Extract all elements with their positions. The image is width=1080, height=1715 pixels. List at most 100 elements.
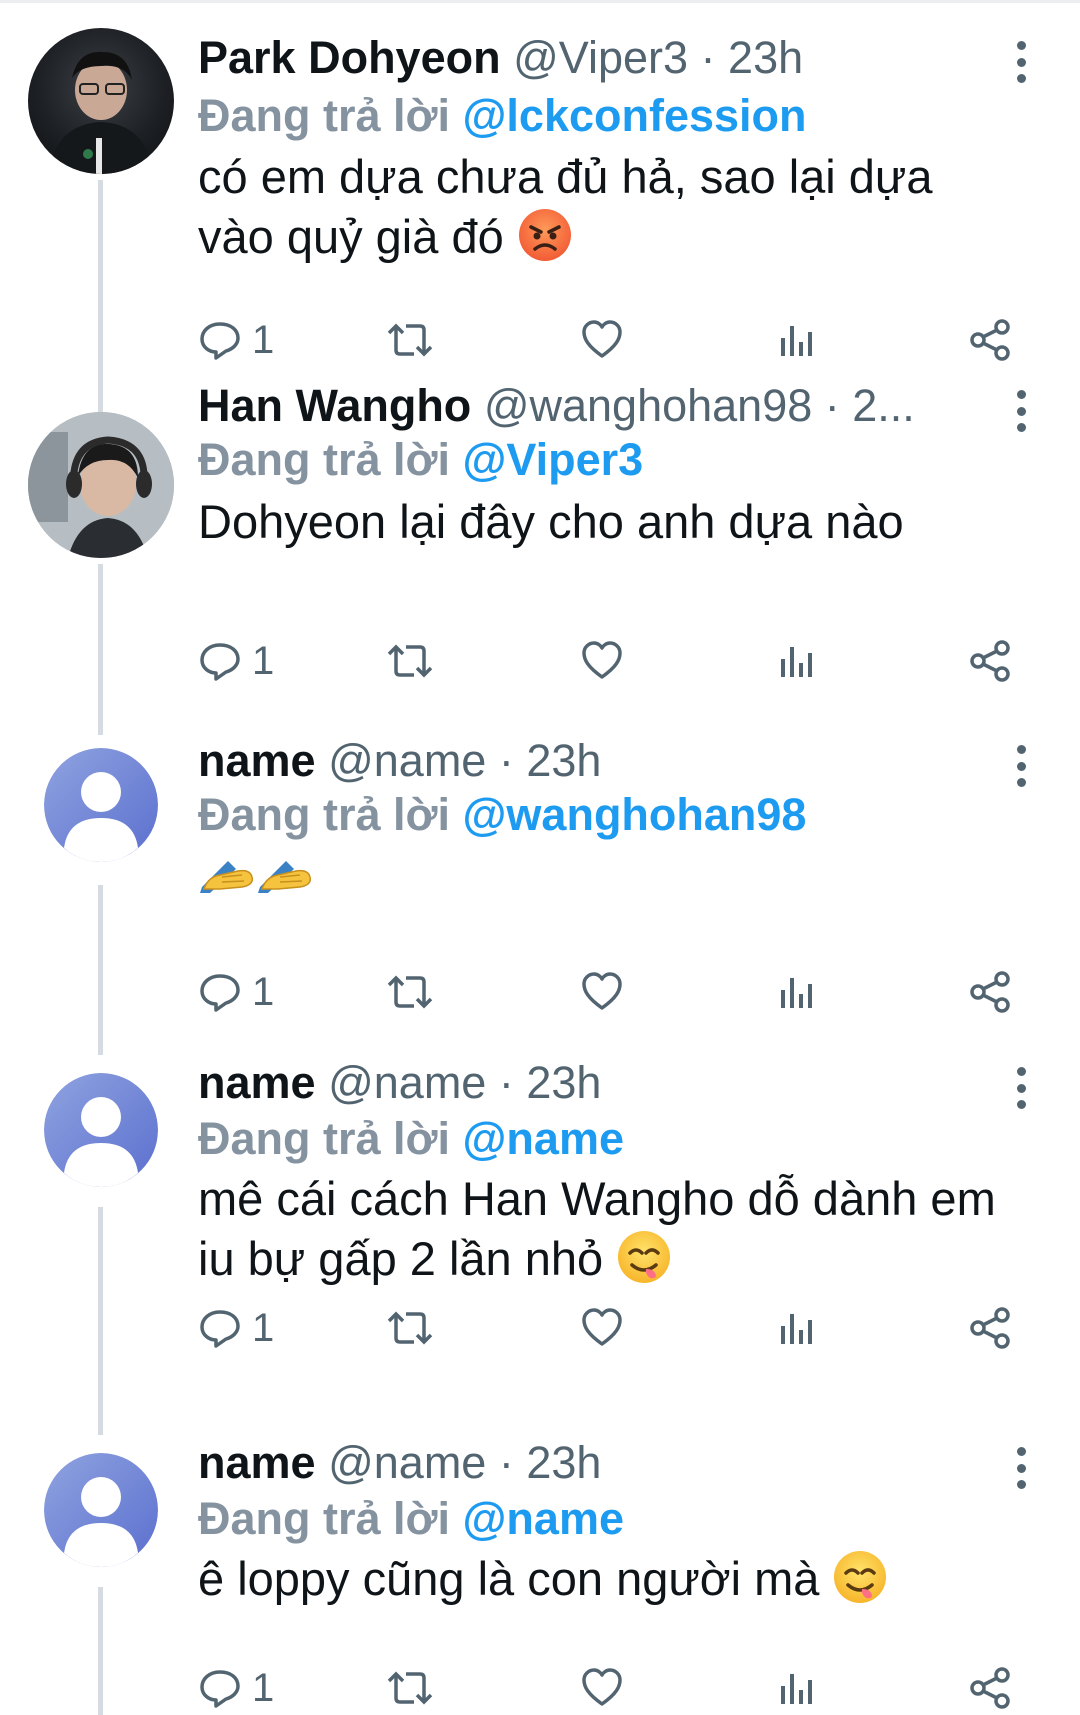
replying-to: Đang trả lời @lckconfession xyxy=(198,88,807,144)
action-bar: 1 xyxy=(198,967,1018,1017)
replying-to: Đang trả lời @name xyxy=(198,1491,624,1547)
like-button[interactable] xyxy=(580,967,624,1017)
retweet-button[interactable] xyxy=(386,967,434,1017)
avatar[interactable] xyxy=(44,1453,158,1567)
reply-prefix: Đang trả lời xyxy=(198,789,451,840)
reply-button[interactable]: 1 xyxy=(198,1663,274,1713)
tweet-text-content: Dohyeon lại đây cho anh dựa nào xyxy=(198,495,904,548)
analytics-button[interactable] xyxy=(776,1303,816,1353)
writing-hand-emoji-icon xyxy=(200,861,254,893)
more-icon[interactable] xyxy=(1003,1443,1039,1493)
tweet-text xyxy=(198,847,1018,909)
tweet-header: name @name · 23h xyxy=(198,1435,960,1491)
tweet-text: có em dựa chưa đủ hả, sao lại dựa vào qu… xyxy=(198,147,1018,267)
reply-handle-link[interactable]: @wanghohan98 xyxy=(463,789,807,840)
more-icon[interactable] xyxy=(1003,1063,1039,1113)
display-name[interactable]: name xyxy=(198,1057,316,1108)
thread-line xyxy=(98,564,103,735)
avatar[interactable] xyxy=(44,1073,158,1187)
writing-hand-emoji-icon xyxy=(258,861,312,893)
reply-icon xyxy=(200,974,240,1012)
reply-button[interactable]: 1 xyxy=(198,1303,274,1353)
reply-icon xyxy=(200,322,240,360)
yum-face-emoji-icon xyxy=(834,1551,887,1603)
thread-line xyxy=(98,885,103,1055)
share-icon xyxy=(970,1667,1010,1709)
reply-count: 1 xyxy=(252,1665,275,1710)
like-icon xyxy=(582,320,622,358)
analytics-button[interactable] xyxy=(776,315,816,365)
display-name[interactable]: name xyxy=(198,1437,316,1488)
share-button[interactable] xyxy=(968,315,1012,365)
share-button[interactable] xyxy=(968,1303,1012,1353)
analytics-icon xyxy=(781,1674,812,1704)
handle-time[interactable]: @name · 23h xyxy=(328,1437,601,1488)
share-icon xyxy=(970,1307,1010,1349)
reply-button[interactable]: 1 xyxy=(198,315,274,365)
retweet-button[interactable] xyxy=(386,1303,434,1353)
tweet-header: Han Wangho @wanghohan98 · 2... xyxy=(198,378,960,434)
analytics-button[interactable] xyxy=(776,967,816,1017)
analytics-button[interactable] xyxy=(776,1663,816,1713)
tweet-header: name @name · 23h xyxy=(198,733,960,789)
share-icon xyxy=(970,640,1010,682)
reply-button[interactable]: 1 xyxy=(198,967,274,1017)
handle-time[interactable]: @Viper3 · 23h xyxy=(513,32,803,83)
like-button[interactable] xyxy=(580,1303,624,1353)
analytics-icon xyxy=(781,978,812,1008)
like-button[interactable] xyxy=(580,1663,624,1713)
display-name[interactable]: Park Dohyeon xyxy=(198,32,501,83)
action-bar: 1 xyxy=(198,636,1018,686)
avatar[interactable] xyxy=(44,748,158,862)
tweet-item[interactable]: name @name · 23h Đang trả lời @name ê lo… xyxy=(0,1435,1080,1715)
share-button[interactable] xyxy=(968,1663,1012,1713)
tweet-text: Dohyeon lại đây cho anh dựa nào xyxy=(198,492,1018,552)
reply-handle-link[interactable]: @Viper3 xyxy=(463,434,644,485)
tweet-item[interactable]: name @name · 23h Đang trả lời @wanghohan… xyxy=(0,735,1080,1055)
reply-count: 1 xyxy=(252,1305,275,1350)
avatar[interactable] xyxy=(28,412,174,558)
like-button[interactable] xyxy=(580,315,624,365)
reply-handle-link[interactable]: @name xyxy=(463,1113,624,1164)
reply-icon xyxy=(200,1670,240,1708)
thread-line xyxy=(98,180,103,390)
more-icon[interactable] xyxy=(1003,37,1039,87)
more-icon[interactable] xyxy=(1003,386,1039,436)
like-button[interactable] xyxy=(580,636,624,686)
thread-line xyxy=(98,1587,103,1715)
display-name[interactable]: name xyxy=(198,735,316,786)
retweet-icon xyxy=(387,644,433,678)
reply-handle-link[interactable]: @lckconfession xyxy=(463,90,807,141)
retweet-button[interactable] xyxy=(386,1663,434,1713)
tweet-item[interactable]: Han Wangho @wanghohan98 · 2... Đang trả … xyxy=(0,380,1080,735)
reply-icon xyxy=(200,1310,240,1348)
reply-button[interactable]: 1 xyxy=(198,636,274,686)
like-icon xyxy=(582,972,622,1010)
tweet-header: name @name · 23h xyxy=(198,1055,960,1111)
tweet-text-content: ê loppy cũng là con người mà xyxy=(198,1552,820,1605)
tweet-item[interactable]: Park Dohyeon @Viper3 · 23h Đang trả lời … xyxy=(0,0,1080,390)
share-icon xyxy=(970,971,1010,1013)
reply-icon xyxy=(200,643,240,681)
display-name[interactable]: Han Wangho xyxy=(198,380,471,431)
retweet-button[interactable] xyxy=(386,636,434,686)
analytics-button[interactable] xyxy=(776,636,816,686)
share-button[interactable] xyxy=(968,967,1012,1017)
replying-to: Đang trả lời @Viper3 xyxy=(198,432,643,488)
share-button[interactable] xyxy=(968,636,1012,686)
retweet-button[interactable] xyxy=(386,315,434,365)
handle-time[interactable]: @name · 23h xyxy=(328,735,601,786)
tweet-item[interactable]: name @name · 23h Đang trả lời @name mê c… xyxy=(0,1055,1080,1435)
more-icon[interactable] xyxy=(1003,741,1039,791)
avatar[interactable] xyxy=(28,28,174,174)
like-icon xyxy=(582,1308,622,1346)
handle-time[interactable]: @name · 23h xyxy=(328,1057,601,1108)
reply-prefix: Đang trả lời xyxy=(198,1493,451,1544)
replying-to: Đang trả lời @wanghohan98 xyxy=(198,787,806,843)
reply-prefix: Đang trả lời xyxy=(198,1113,451,1164)
thread-line xyxy=(98,1207,103,1435)
handle-time[interactable]: @wanghohan98 · 2... xyxy=(484,380,915,431)
reply-handle-link[interactable]: @name xyxy=(463,1493,624,1544)
reply-prefix: Đang trả lời xyxy=(198,90,451,141)
reply-count: 1 xyxy=(252,638,275,683)
